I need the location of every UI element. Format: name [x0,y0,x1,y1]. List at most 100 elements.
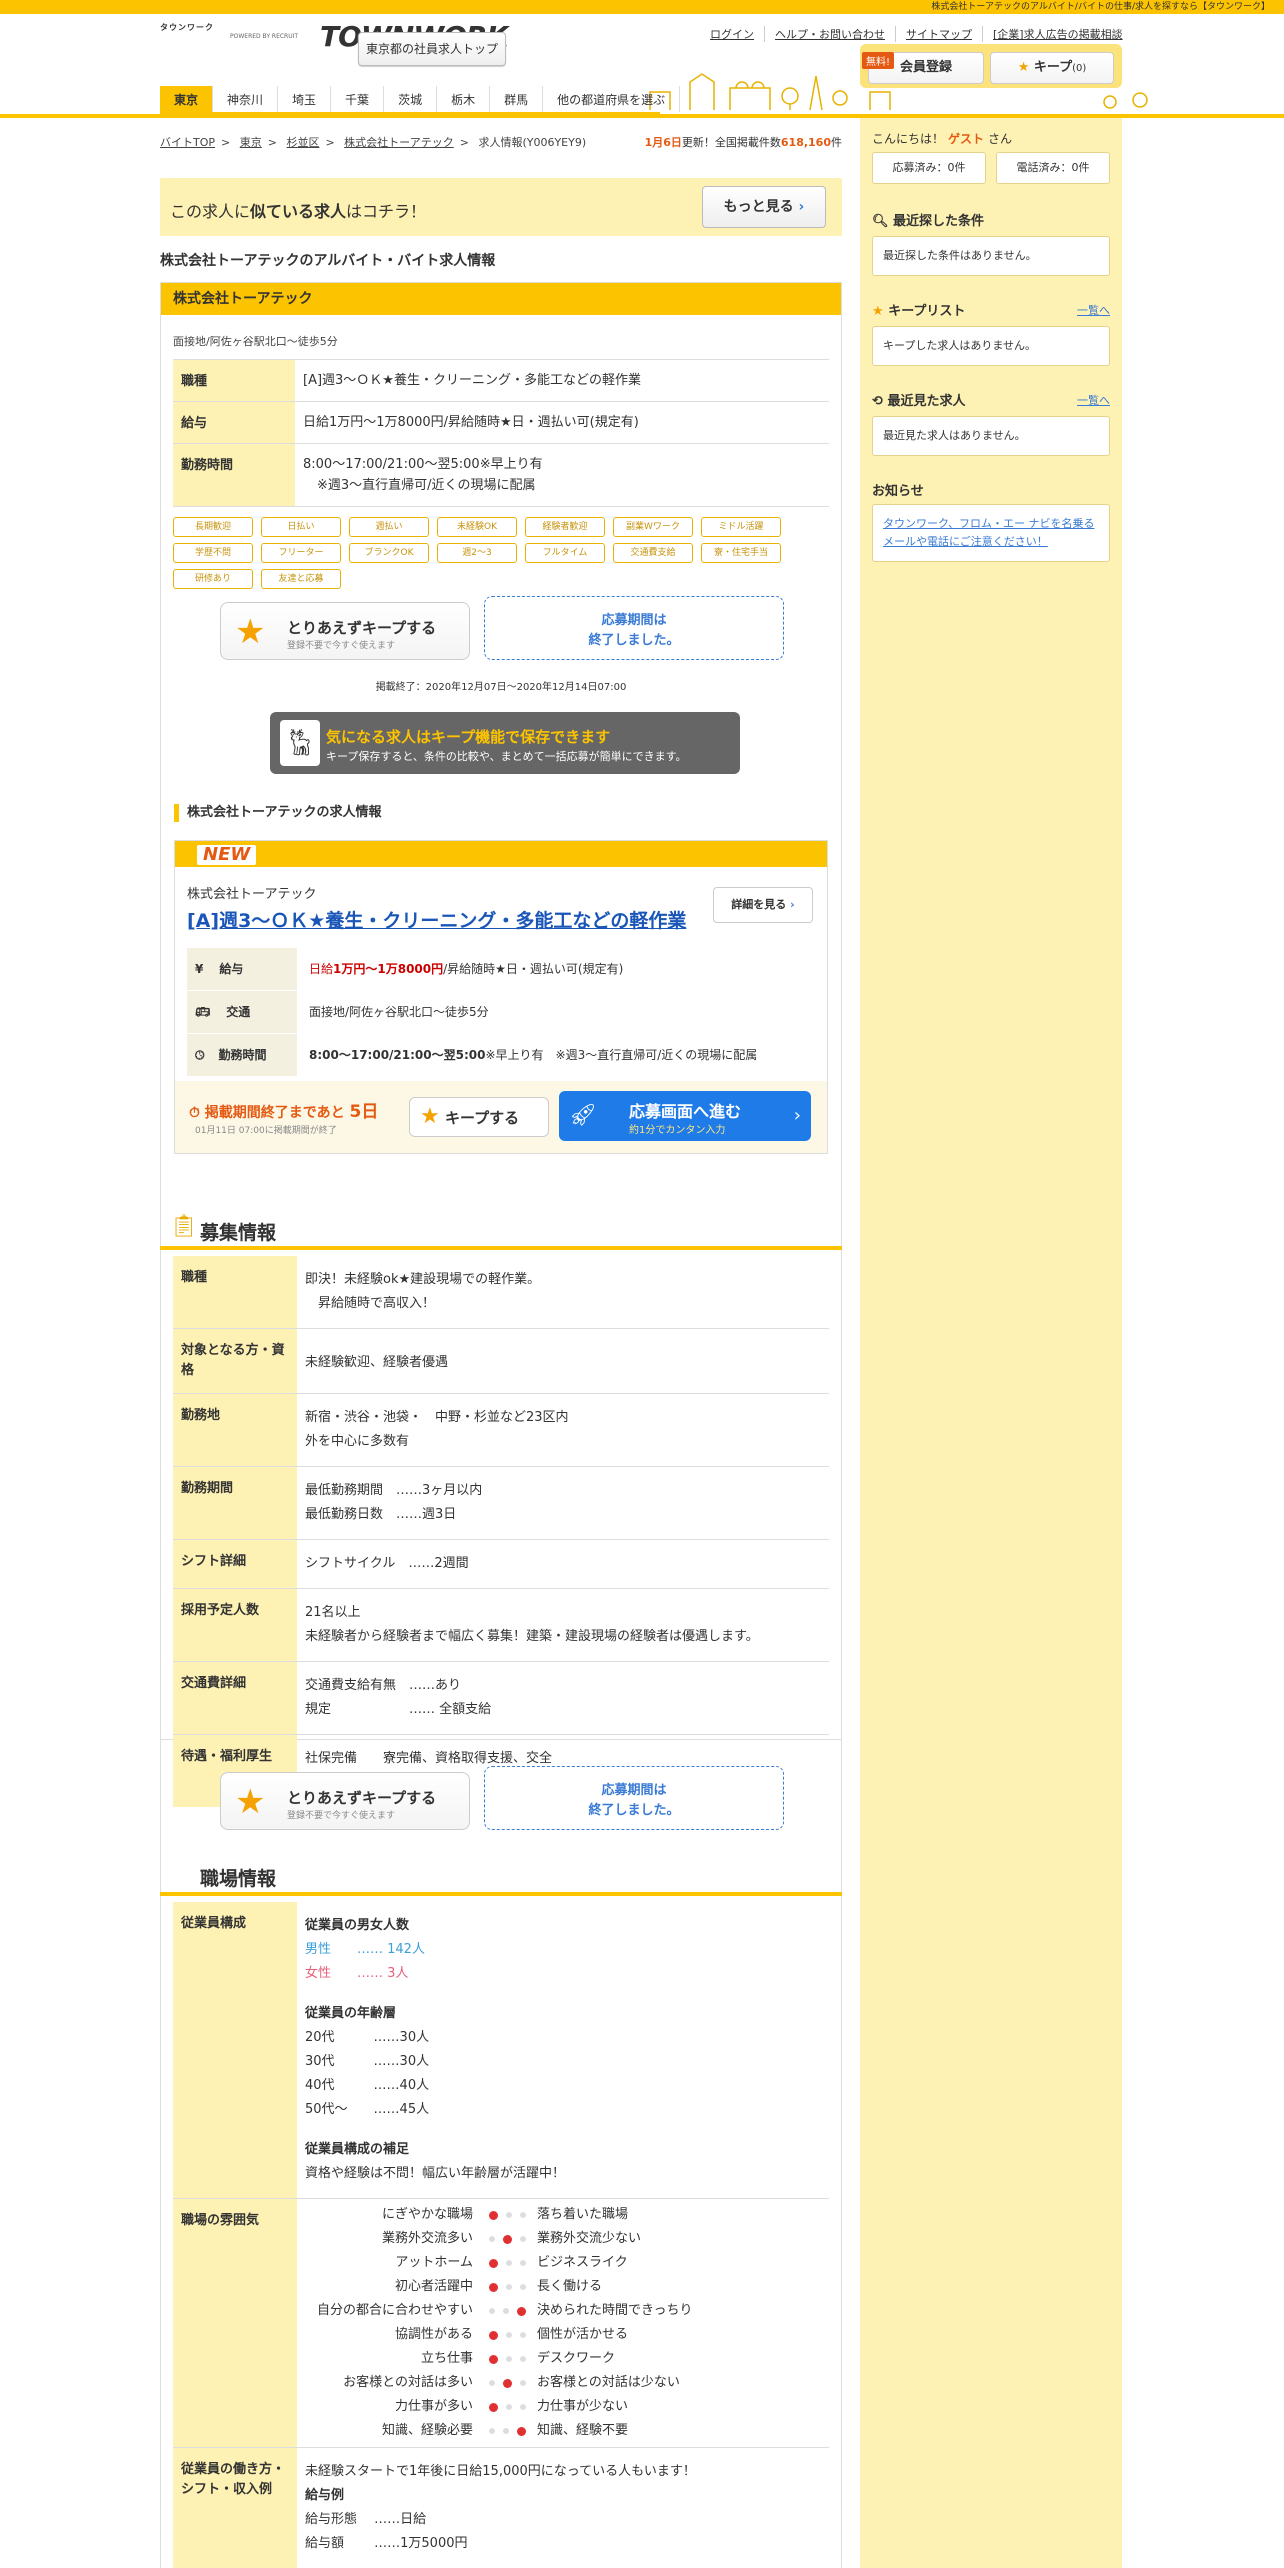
login-link[interactable]: ログイン [700,26,764,42]
apply-button[interactable]: 🚀︎ 応募画面へ進む 約1分でカンタン入力 › [559,1091,811,1141]
star-icon: ★ [872,304,884,319]
scale-dot [519,2284,526,2290]
nav-chiba[interactable]: 千葉 [331,86,385,112]
scale-dot [516,2426,526,2436]
notice-title: お知らせ [872,484,924,499]
tag[interactable]: 副業Wワーク [613,517,693,537]
similar-jobs-banner: この求人に似ている求人はコチラ！ もっと見る › [160,178,842,236]
scale-dot [516,2306,526,2316]
tag[interactable]: 交通費支給 [613,543,693,563]
keep-header-button[interactable]: ★ キープ(0) [990,52,1114,84]
nav-tochigi[interactable]: 栃木 [437,86,491,112]
bus-icon: 🚌︎ [195,1005,211,1019]
help-link[interactable]: ヘルプ・お問い合わせ [764,26,895,42]
scale-dot [519,2380,526,2386]
scale-dot [488,2236,495,2242]
keep-list-box: キープした求人はありません。 [872,326,1110,366]
tag[interactable]: 日払い [261,517,341,537]
tag[interactable]: 未経験OK [437,517,517,537]
chevron-right-icon: › [798,199,805,215]
company-name: 株式会社トーアテック [161,283,841,315]
tag[interactable]: 学歴不問 [173,543,253,563]
atmosphere-left: アットホーム [395,2255,473,2270]
clipboard-icon: 📋︎ [170,1214,198,1239]
tag[interactable]: フルタイム [525,543,605,563]
chevron-right-icon: › [790,898,795,911]
scale-dot [488,2354,498,2364]
mascot-icon: 🦌︎ [280,720,320,766]
tokyo-top-button[interactable]: 東京都の社員求人トップ [358,32,506,66]
workplace-section: 職場情報 従業員構成 従業員の男女人数 男性 …… 142人 女性 …… 3人 … [160,1854,842,2568]
posting-period: 掲載終了：2020年12月07日～2020年12月14日07:00 [375,682,627,693]
atmosphere-scale [477,2203,537,2227]
keep-list-link[interactable]: 一覧へ [1077,302,1110,318]
scale-dot [502,2234,512,2244]
nav-tokyo[interactable]: 東京 [160,86,214,112]
atmosphere-scale [477,2419,537,2443]
nav-saitama[interactable]: 埼玉 [278,86,332,112]
keep-job-button[interactable]: ★ キープする [409,1097,549,1137]
atmosphere-right: 決められた時間できっちり [537,2303,693,2318]
atmosphere-left: お客様との対話は多い [343,2375,473,2390]
recent-search-box: 最近探した条件はありません。 [872,236,1110,276]
tag[interactable]: ミドル活躍 [701,517,781,537]
application-ended-box-2: 応募期間は 終了しました。 [484,1766,784,1830]
tag[interactable]: 長期歓迎 [173,517,253,537]
breadcrumb-tokyo[interactable]: 東京 [240,136,262,149]
breadcrumb-suginami[interactable]: 杉並区 [286,136,319,149]
nav-kanagawa[interactable]: 神奈川 [213,86,279,112]
timer-icon: ⏱︎ [189,1105,200,1121]
nav-other[interactable]: 他の都道府県を選ぶ [543,86,681,112]
recently-viewed-link[interactable]: 一覧へ [1077,392,1110,408]
job-card-footer: ⏱︎ 掲載期間終了まであと 5日 01月11日 07:00に掲載期間が終了 ★ … [175,1081,827,1153]
keep-button[interactable]: ★ とりあえずキープする 登録不要で今すぐ使えます [220,602,470,660]
tag[interactable]: 週払い [349,517,429,537]
atmosphere-left: 立ち仕事 [420,2351,473,2366]
keep-button-2[interactable]: ★ とりあえずキープする 登録不要で今すぐ使えます [220,1772,470,1830]
free-badge: 無料! [862,52,895,69]
applied-count: 応募済み：0件 [872,152,986,184]
scale-dot [502,2428,509,2434]
tag[interactable]: 研修あり [173,569,253,589]
detail-button[interactable]: 詳細を見る › [713,887,813,923]
notice-link[interactable]: タウンワーク、フロム・エー ナビを名乗るメールや電話にご注意ください！ [872,504,1110,562]
atmosphere-left: 知識、経験必要 [381,2423,473,2438]
scale-dot [488,2258,498,2268]
see-more-button[interactable]: もっと見る › [702,186,826,228]
breadcrumb-top[interactable]: バイトTOP [160,136,215,149]
atmosphere-right: 力仕事が少ない [537,2399,629,2414]
atmosphere-scale [477,2275,537,2299]
scale-dot [488,2308,495,2314]
breadcrumb: バイトTOP > 東京 > 杉並区 > 株式会社トーアテック > 求人情報(Y006YE… [160,136,587,149]
atmosphere-right: 個性が活かせる [537,2327,629,2342]
atmosphere-scale [477,2371,537,2395]
atmosphere-left: 力仕事が多い [394,2399,473,2414]
townwork-logo[interactable]: タウンワーク TOWNWORK POWERED BY RECRUIT [160,22,508,72]
job-title-link[interactable]: [A]週3～ＯＫ★養生・クリーニング・多能工などの軽作業 [175,902,715,948]
corporate-link[interactable]: [企業]求人広告の掲載相談 [982,26,1133,42]
tag[interactable]: 寮・住宅手当 [701,543,781,563]
atmosphere-right: 知識、経験不要 [537,2423,629,2438]
atmosphere-grid: にぎやかな職場 落ち着いた職場 業務外交流多い 業務外交流少ない アットホーム ビジネスラ… [297,2203,829,2443]
nav-ibaraki[interactable]: 茨城 [384,86,438,112]
tag[interactable]: 週2～3 [437,543,517,563]
nav-gunma[interactable]: 群馬 [490,86,544,112]
atmosphere-scale [477,2395,537,2419]
tag[interactable]: ブランクOK [349,543,429,563]
tag[interactable]: 経験者歓迎 [525,517,605,537]
tag[interactable]: フリーター [261,543,341,563]
yen-icon: ¥ [195,962,204,976]
sitemap-link[interactable]: サイトマップ [895,26,982,42]
scale-dot [488,2282,498,2292]
scale-dot [519,2332,526,2338]
scale-dot [502,2378,512,2388]
atmosphere-left: 協調性がある [394,2327,473,2342]
top-banner-text: 株式会社トーアテックのアルバイト/バイトの仕事/求人を探すなら【タウンワーク】 [0,0,1284,14]
new-badge: NEW [197,845,257,865]
scale-dot [519,2212,526,2218]
tag[interactable]: 友達と応募 [261,569,341,589]
rocket-icon: 🚀︎ [569,1103,597,1128]
scale-dot [505,2356,512,2362]
star-icon: ★ [420,1104,440,1129]
breadcrumb-company[interactable]: 株式会社トーアテック [344,136,454,149]
